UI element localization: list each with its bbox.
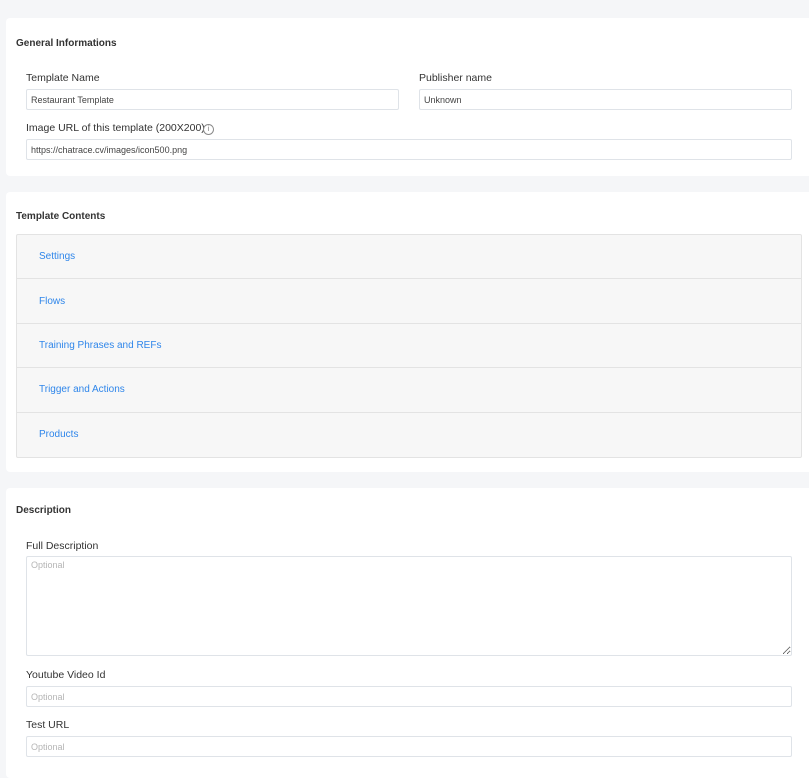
accordion-item-products[interactable]: Products — [17, 413, 801, 457]
test-url-label: Test URL — [26, 719, 70, 731]
general-info-card: General Informations Template Name Publi… — [6, 18, 809, 176]
template-contents-card: Template Contents Settings Flows Trainin… — [6, 192, 809, 472]
template-contents-accordion: Settings Flows Training Phrases and REFs… — [16, 234, 802, 458]
accordion-item-trigger-actions[interactable]: Trigger and Actions — [17, 368, 801, 413]
accordion-item-flows[interactable]: Flows — [17, 279, 801, 324]
image-url-input[interactable] — [26, 139, 792, 160]
test-url-input[interactable] — [26, 736, 792, 757]
accordion-item-settings[interactable]: Settings — [17, 235, 801, 280]
accordion-item-training-phrases[interactable]: Training Phrases and REFs — [17, 324, 801, 369]
description-title: Description — [16, 505, 72, 516]
template-name-label: Template Name — [26, 72, 100, 84]
publisher-name-input[interactable] — [419, 89, 792, 110]
template-name-input[interactable] — [26, 89, 399, 110]
publisher-name-label: Publisher name — [419, 72, 492, 84]
description-card: Description Full Description Youtube Vid… — [6, 488, 809, 778]
youtube-video-id-label: Youtube Video Id — [26, 669, 106, 681]
full-description-label: Full Description — [26, 540, 99, 552]
youtube-video-id-input[interactable] — [26, 686, 792, 707]
general-info-title: General Informations — [16, 38, 117, 49]
template-contents-title: Template Contents — [16, 211, 106, 222]
image-url-label: Image URL of this template (200X200) — [26, 122, 205, 134]
full-description-textarea[interactable] — [26, 556, 792, 656]
info-icon[interactable]: i — [203, 124, 214, 135]
